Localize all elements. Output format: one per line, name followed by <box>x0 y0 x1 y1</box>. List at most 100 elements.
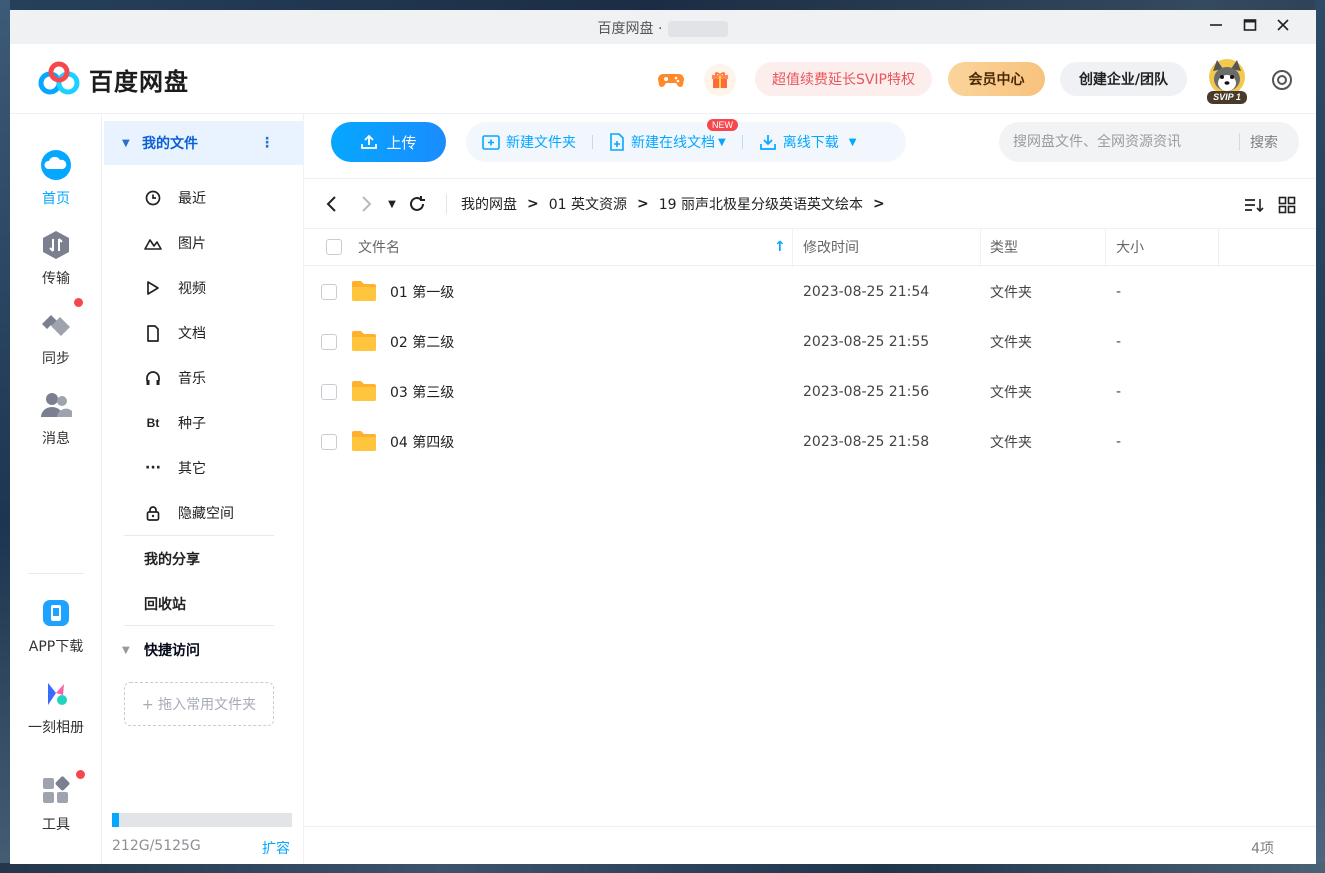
sort-button[interactable] <box>1244 196 1264 218</box>
file-name[interactable]: 03 第三级 <box>390 382 454 402</box>
storage-quota-bar <box>112 813 292 827</box>
collapse-triangle-icon: ▼ <box>122 644 130 656</box>
more-vertical-icon[interactable]: ⋮ <box>260 135 274 151</box>
title-bar[interactable]: 百度网盘 · <box>10 10 1316 44</box>
sidebar-item-hidden-space[interactable]: 隐藏空间 <box>142 501 234 525</box>
forward-button[interactable] <box>352 195 382 213</box>
column-divider <box>1218 229 1219 267</box>
search-button[interactable]: 搜索 <box>1240 132 1278 152</box>
row-checkbox[interactable] <box>321 334 337 350</box>
back-button[interactable] <box>316 195 346 213</box>
settings-button[interactable] <box>1270 68 1294 92</box>
nav-item-label: 消息 <box>42 431 70 447</box>
breadcrumb-item[interactable]: 我的网盘 <box>461 194 517 214</box>
sidebar-item-other[interactable]: ··· 其它 <box>142 456 206 480</box>
row-checkbox[interactable] <box>321 434 337 450</box>
row-checkbox[interactable] <box>321 284 337 300</box>
svip-promo-button[interactable]: 超值续费延长SVIP特权 <box>755 62 932 96</box>
sidebar-item-documents[interactable]: 文档 <box>142 321 206 345</box>
nav-item-label: 一刻相册 <box>28 720 84 736</box>
download-icon <box>759 135 776 150</box>
search-input[interactable] <box>999 134 1239 150</box>
nav-item-tools[interactable]: 工具 <box>10 770 102 834</box>
folder-icon <box>351 280 377 306</box>
sidebar-my-share[interactable]: 我的分享 <box>144 549 200 569</box>
refresh-button[interactable] <box>402 195 432 213</box>
nav-item-app-download[interactable]: APP下载 <box>10 596 102 656</box>
file-name[interactable]: 04 第四级 <box>390 432 454 452</box>
new-badge: NEW <box>707 119 738 131</box>
breadcrumb-item-current[interactable]: 19 丽声北极星分级英语英文绘本 <box>659 194 863 214</box>
file-sidebar: ▼ 我的文件 ⋮ 最近 图片 视频 文档 音乐 Bt 种子 ··· 其它 隐藏空… <box>102 114 304 864</box>
select-all-checkbox[interactable] <box>326 239 342 255</box>
minimize-button[interactable] <box>1204 16 1228 38</box>
toolbar-divider <box>741 135 743 149</box>
gift-button[interactable] <box>704 64 736 96</box>
collapse-triangle-icon: ▼ <box>122 137 130 149</box>
folder-icon <box>351 380 377 406</box>
sort-ascending-icon[interactable]: ↑ <box>774 239 786 255</box>
sidebar-item-images[interactable]: 图片 <box>142 231 206 255</box>
app-logo[interactable]: 百度网盘 <box>37 61 189 97</box>
sidebar-divider <box>124 535 274 536</box>
tools-icon <box>39 774 73 808</box>
breadcrumb-item[interactable]: 01 英文资源 <box>549 194 627 214</box>
sidebar-item-music[interactable]: 音乐 <box>142 366 206 390</box>
table-row[interactable]: 02 第二级 2023-08-25 21:55 文件夹 - <box>304 317 1316 367</box>
column-header-modified[interactable]: 修改时间 <box>803 237 859 257</box>
breadcrumb-separator-icon: > <box>873 196 885 212</box>
clock-icon <box>142 190 164 206</box>
column-header-type[interactable]: 类型 <box>990 237 1018 257</box>
offline-download-button[interactable]: 离线下载 ▼ <box>759 132 856 152</box>
history-dropdown[interactable]: ▼ <box>382 199 402 210</box>
blurred-account-name <box>668 21 729 37</box>
table-row[interactable]: 01 第一级 2023-08-25 21:54 文件夹 - <box>304 267 1316 317</box>
column-divider <box>1105 229 1106 267</box>
column-header-name[interactable]: 文件名 <box>358 237 400 257</box>
expand-storage-link[interactable]: 扩容 <box>262 838 290 858</box>
file-size: - <box>1116 384 1122 400</box>
file-type: 文件夹 <box>990 385 1032 401</box>
sidebar-my-files[interactable]: ▼ 我的文件 ⋮ <box>104 121 304 165</box>
sidebar-recycle-bin[interactable]: 回收站 <box>144 594 186 614</box>
window-title: 百度网盘 · <box>10 18 1316 38</box>
nav-item-home[interactable]: 首页 <box>10 148 102 208</box>
sidebar-quick-access[interactable]: ▼ 快捷访问 <box>122 640 200 660</box>
file-name[interactable]: 01 第一级 <box>390 282 454 302</box>
grid-view-button[interactable] <box>1278 196 1296 218</box>
breadcrumb-separator-icon: > <box>637 196 649 212</box>
column-divider <box>980 229 981 267</box>
dropdown-triangle-icon: ▼ <box>388 198 396 210</box>
table-row[interactable]: 03 第三级 2023-08-25 21:56 文件夹 - <box>304 367 1316 417</box>
nav-item-label: 同步 <box>42 351 70 367</box>
upload-button[interactable]: 上传 <box>331 122 446 162</box>
file-name[interactable]: 02 第二级 <box>390 332 454 352</box>
new-online-doc-button[interactable]: 新建在线文档 ▼ NEW <box>609 119 738 152</box>
vip-center-button[interactable]: 会员中心 <box>948 62 1045 96</box>
nav-item-label: 传输 <box>42 271 70 287</box>
desktop-background-right <box>1315 0 1325 873</box>
sidebar-item-label: 文档 <box>178 326 206 342</box>
new-folder-button[interactable]: 新建文件夹 <box>482 132 576 152</box>
quick-access-dropzone[interactable]: + 拖入常用文件夹 <box>124 682 274 726</box>
table-row[interactable]: 04 第四级 2023-08-25 21:58 文件夹 - <box>304 417 1316 467</box>
toolbar-divider <box>592 135 593 149</box>
nav-item-album[interactable]: 一刻相册 <box>10 677 102 737</box>
game-button[interactable] <box>655 64 687 96</box>
column-header-size[interactable]: 大小 <box>1116 237 1144 257</box>
close-button[interactable] <box>1271 16 1295 38</box>
nav-item-messages[interactable]: 消息 <box>10 388 102 448</box>
create-team-button[interactable]: 创建企业/团队 <box>1060 62 1187 96</box>
desktop-background-bottom <box>0 863 1325 873</box>
path-navbar: ▼ 我的网盘 > 01 英文资源 > 19 丽声北极星分级英语英文绘本 > <box>304 182 1316 226</box>
nav-item-transfer[interactable]: 传输 <box>10 228 102 288</box>
app-window: 百度网盘 · 百度网盘 超值续费延长SVIP特权 会员中心 创建企业/团队 SV… <box>10 10 1316 864</box>
row-checkbox[interactable] <box>321 384 337 400</box>
sidebar-item-videos[interactable]: 视频 <box>142 276 206 300</box>
sidebar-item-torrents[interactable]: Bt 种子 <box>142 411 206 435</box>
nav-item-sync[interactable]: 同步 <box>10 298 102 368</box>
maximize-button[interactable] <box>1238 16 1262 38</box>
user-avatar[interactable]: SVIP 1 <box>1203 57 1251 105</box>
desktop-background-left <box>0 0 10 873</box>
sidebar-item-recent[interactable]: 最近 <box>142 186 206 210</box>
